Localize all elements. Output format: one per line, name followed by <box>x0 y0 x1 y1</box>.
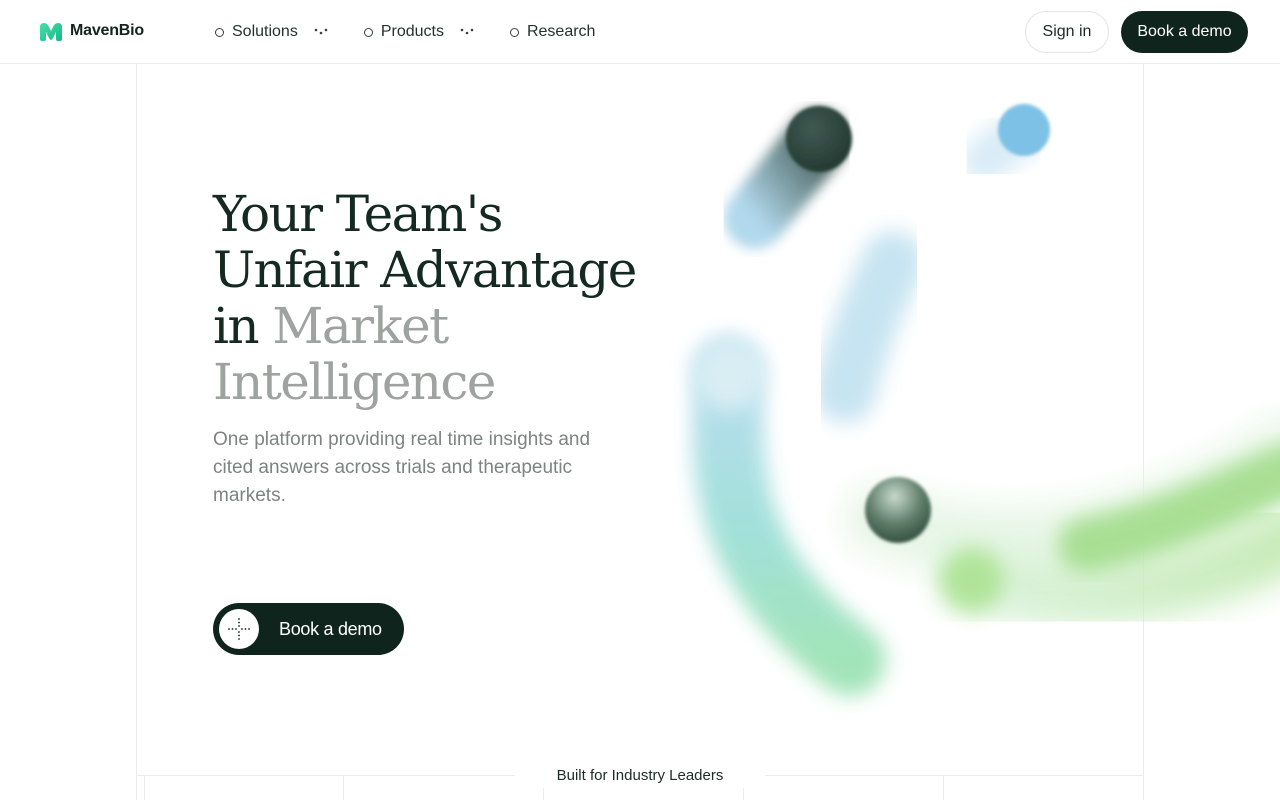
circle-bullet-icon <box>509 27 519 37</box>
section-label: Built for Industry Leaders <box>515 764 765 788</box>
nav-item-research[interactable]: Research <box>509 20 596 44</box>
title-highlight: Intelligence <box>213 353 496 411</box>
title-highlight: Market <box>272 297 449 355</box>
dots-menu-icon <box>460 28 474 35</box>
grid-divider <box>144 776 145 800</box>
cta-label: Book a demo <box>279 618 382 639</box>
hero-book-demo-button[interactable]: Book a demo <box>213 603 404 655</box>
hero-title: Your Team's Unfair Advantage in Market I… <box>213 186 693 410</box>
circle-bullet-icon <box>363 27 373 37</box>
nav-item-solutions[interactable]: Solutions <box>215 20 328 44</box>
hero-abstract-graphic <box>692 104 1280 696</box>
frame-divider <box>136 64 137 800</box>
brand-name: MavenBio <box>70 22 144 39</box>
title-line: Your Team's <box>213 185 503 243</box>
title-line: in <box>213 297 260 355</box>
nav-item-label: Products <box>380 23 444 40</box>
grid-divider <box>343 776 344 800</box>
nav-item-label: Research <box>526 23 596 40</box>
title-line: Unfair Advantage <box>213 241 637 299</box>
main-nav: Solutions Products Research <box>215 20 595 44</box>
maven-logo-icon <box>40 23 62 41</box>
grid-divider <box>943 776 944 800</box>
dots-menu-icon <box>314 28 328 35</box>
book-demo-button[interactable]: Book a demo <box>1121 11 1248 53</box>
circle-bullet-icon <box>215 27 224 37</box>
brand-logo[interactable]: MavenBio <box>38 20 144 42</box>
sparkle-dots-icon <box>219 609 259 649</box>
site-header: MavenBio Solutions Products Research Sig… <box>0 0 1280 64</box>
hero-subtitle: One platform providing real time insight… <box>213 429 591 506</box>
nav-item-label: Solutions <box>232 23 298 40</box>
nav-item-products[interactable]: Products <box>363 20 474 44</box>
sign-in-button[interactable]: Sign in <box>1025 11 1109 53</box>
